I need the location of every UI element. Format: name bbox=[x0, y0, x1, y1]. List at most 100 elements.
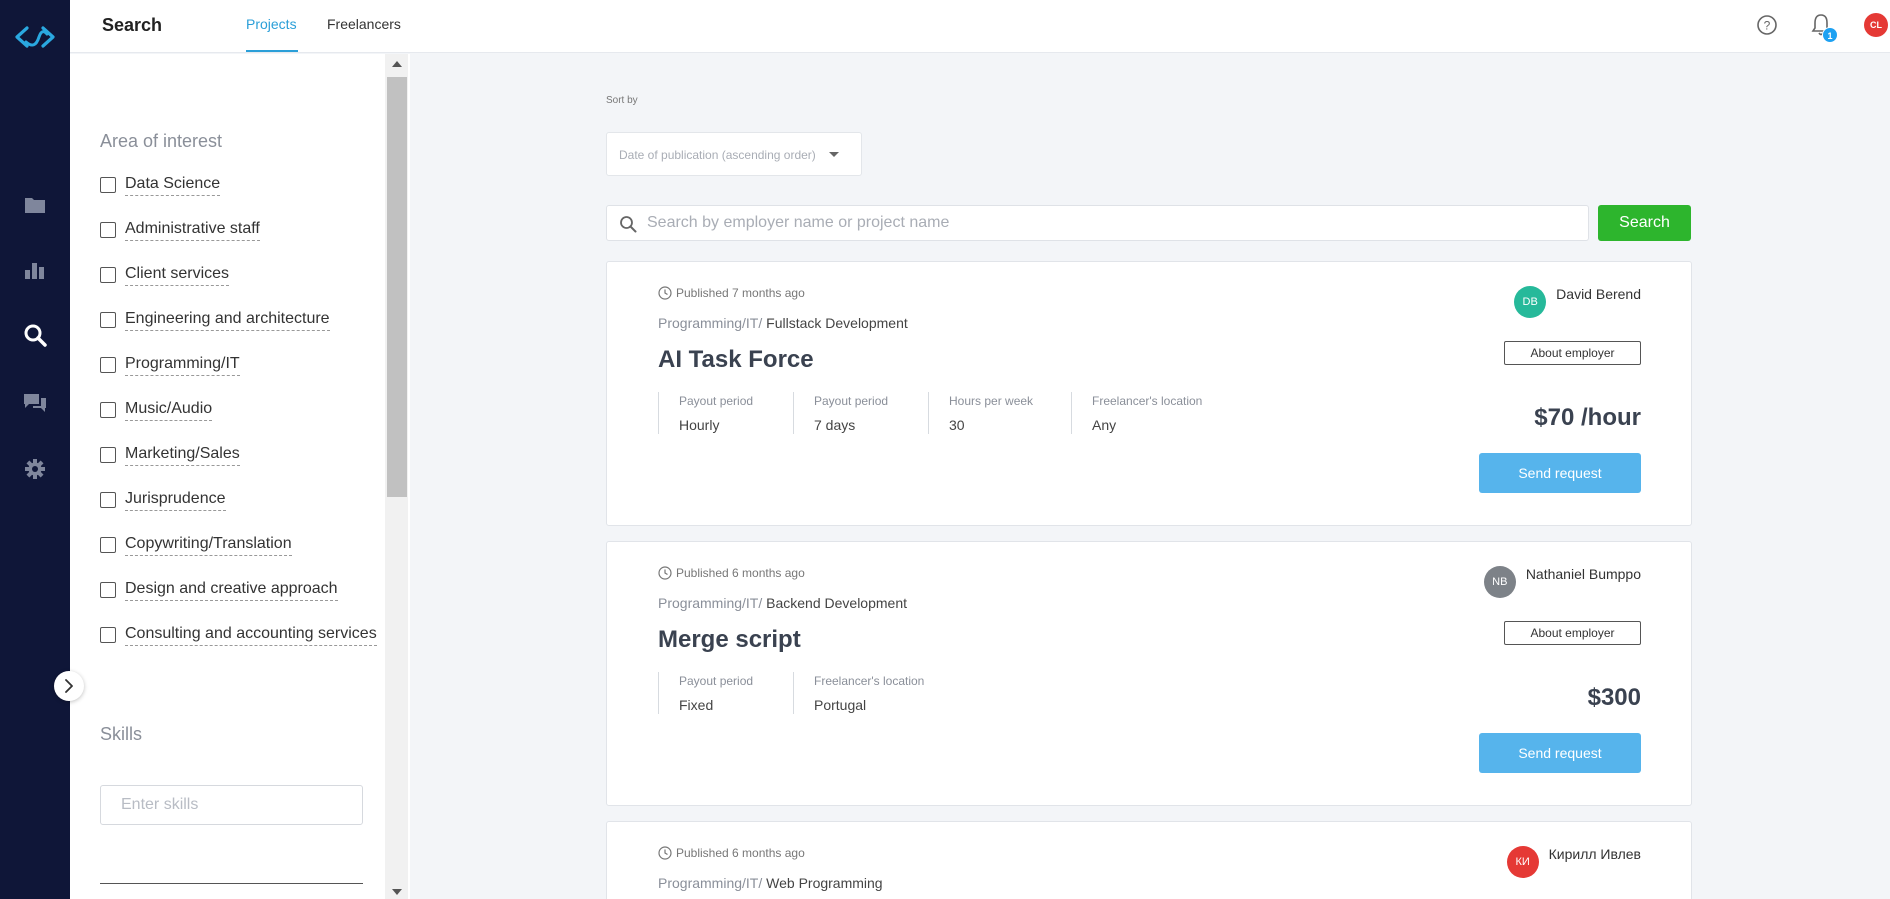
checkbox[interactable] bbox=[100, 582, 116, 598]
published-text: Published 6 months ago bbox=[676, 846, 805, 860]
expand-sidebar-button[interactable] bbox=[54, 671, 84, 701]
area-checkbox-row[interactable]: Copywriting/Translation bbox=[100, 533, 292, 557]
folder-icon[interactable] bbox=[22, 192, 48, 218]
gear-icon[interactable] bbox=[22, 456, 48, 482]
checkbox[interactable] bbox=[100, 222, 116, 238]
project-category: Programming/IT/ Backend Development bbox=[658, 595, 907, 611]
area-checkbox-row[interactable]: Client services bbox=[100, 263, 230, 287]
area-checkbox-row[interactable]: Consulting and accounting services bbox=[100, 623, 377, 647]
area-label[interactable]: Music/Audio bbox=[125, 400, 213, 421]
left-rail bbox=[0, 0, 70, 899]
area-label[interactable]: Design and creative approach bbox=[125, 580, 338, 601]
property-value: 30 bbox=[949, 417, 965, 433]
send-request-button[interactable]: Send request bbox=[1479, 453, 1641, 493]
chevron-down-icon bbox=[829, 152, 839, 157]
project-category: Programming/IT/ Web Programming bbox=[658, 875, 883, 891]
project-property: Payout period Fixed bbox=[658, 672, 793, 714]
project-property: Hours per week 30 bbox=[928, 392, 1071, 434]
search-input[interactable] bbox=[647, 206, 1577, 240]
area-checkbox-row[interactable]: Music/Audio bbox=[100, 398, 213, 422]
area-label[interactable]: Jurisprudence bbox=[125, 490, 226, 511]
checkbox[interactable] bbox=[100, 537, 116, 553]
subcategory-text: Web Programming bbox=[766, 875, 883, 891]
search-box bbox=[606, 205, 1589, 241]
checkbox[interactable] bbox=[100, 312, 116, 328]
property-label: Hours per week bbox=[949, 394, 1034, 408]
area-label[interactable]: Programming/IT bbox=[125, 355, 240, 376]
category-text: Programming/IT/ bbox=[658, 315, 763, 331]
page-title: Search bbox=[102, 15, 163, 35]
chevron-right-icon bbox=[65, 679, 73, 693]
area-checkbox-row[interactable]: Data Science bbox=[100, 173, 221, 197]
scroll-down-arrow-icon[interactable] bbox=[392, 889, 402, 895]
checkbox[interactable] bbox=[100, 357, 116, 373]
filters-scrollbar[interactable] bbox=[385, 54, 408, 899]
about-employer-button[interactable]: About employer bbox=[1504, 621, 1641, 645]
employer-avatar: DB bbox=[1514, 286, 1547, 318]
area-checkbox-row[interactable]: Administrative staff bbox=[100, 218, 260, 242]
help-circle-icon[interactable]: ? bbox=[1756, 14, 1778, 36]
chat-icon[interactable] bbox=[22, 390, 48, 416]
checkbox[interactable] bbox=[100, 492, 116, 508]
top-bar: Search Projects Freelancers ? 1 CL bbox=[70, 0, 1890, 53]
area-checkbox-row[interactable]: Programming/IT bbox=[100, 353, 240, 377]
property-value: Portugal bbox=[814, 697, 867, 713]
area-label[interactable]: Marketing/Sales bbox=[125, 445, 240, 466]
checkbox[interactable] bbox=[100, 627, 116, 643]
checkbox[interactable] bbox=[100, 177, 116, 193]
area-label[interactable]: Copywriting/Translation bbox=[125, 535, 292, 556]
area-checkbox-row[interactable]: Marketing/Sales bbox=[100, 443, 240, 467]
published-text: Published 7 months ago bbox=[676, 286, 805, 300]
published-info: Published 6 months ago bbox=[658, 846, 805, 860]
property-value: 7 days bbox=[814, 417, 856, 433]
published-info: Published 6 months ago bbox=[658, 566, 805, 580]
area-label[interactable]: Client services bbox=[125, 265, 230, 286]
employer-name: Кирилл Ивлев bbox=[1548, 846, 1641, 862]
clock-icon bbox=[658, 846, 672, 860]
employer-info[interactable]: DB David Berend bbox=[1514, 286, 1641, 318]
tab-freelancers[interactable]: Freelancers bbox=[327, 16, 401, 32]
project-card[interactable]: Published 7 months ago Programming/IT/ Fu… bbox=[606, 261, 1692, 526]
project-category: Programming/IT/ Fullstack Development bbox=[658, 315, 908, 331]
project-title[interactable]: AI Task Force bbox=[658, 346, 814, 374]
area-label[interactable]: Administrative staff bbox=[125, 220, 260, 241]
sort-select[interactable]: Date of publication (ascending order) bbox=[606, 132, 862, 176]
property-label: Freelancer's location bbox=[1092, 394, 1203, 408]
project-card[interactable]: Published 6 months ago Programming/IT/ We… bbox=[606, 821, 1692, 899]
search-button[interactable]: Search bbox=[1598, 205, 1691, 241]
checkbox[interactable] bbox=[100, 267, 116, 283]
area-checkbox-row[interactable]: Jurisprudence bbox=[100, 488, 226, 512]
scroll-up-arrow-icon[interactable] bbox=[392, 61, 402, 67]
project-title[interactable]: Merge script bbox=[658, 626, 801, 654]
checkbox[interactable] bbox=[100, 447, 116, 463]
area-checkbox-row[interactable]: Engineering and architecture bbox=[100, 308, 330, 332]
project-price: $300 bbox=[1587, 684, 1641, 711]
area-label[interactable]: Engineering and architecture bbox=[125, 310, 330, 331]
scrollbar-thumb[interactable] bbox=[387, 77, 407, 497]
about-employer-button[interactable]: About employer bbox=[1504, 341, 1641, 365]
tab-projects[interactable]: Projects bbox=[246, 16, 297, 32]
area-label[interactable]: Data Science bbox=[125, 175, 221, 196]
sort-label: Sort by bbox=[606, 95, 638, 106]
published-text: Published 6 months ago bbox=[676, 566, 805, 580]
project-property: Payout period Hourly bbox=[658, 392, 793, 434]
skills-title: Skills bbox=[100, 724, 143, 744]
bar-chart-icon[interactable] bbox=[22, 257, 48, 283]
area-label[interactable]: Consulting and accounting services bbox=[125, 625, 377, 646]
employer-info[interactable]: КИ Кирилл Ивлев bbox=[1506, 846, 1641, 878]
user-avatar[interactable]: CL bbox=[1864, 13, 1888, 37]
area-checkbox-row[interactable]: Design and creative approach bbox=[100, 578, 338, 602]
brand-logo-icon[interactable] bbox=[13, 20, 57, 54]
published-info: Published 7 months ago bbox=[658, 286, 805, 300]
employer-info[interactable]: NB Nathaniel Bumppo bbox=[1483, 566, 1641, 598]
project-card[interactable]: Published 6 months ago Programming/IT/ Ba… bbox=[606, 541, 1692, 806]
property-value: Hourly bbox=[679, 417, 720, 433]
checkbox[interactable] bbox=[100, 402, 116, 418]
area-of-interest-title: Area of interest bbox=[100, 131, 223, 151]
employer-avatar: КИ bbox=[1506, 846, 1539, 878]
project-properties: Payout period Fixed Freelancer's location P… bbox=[658, 672, 943, 714]
send-request-button[interactable]: Send request bbox=[1479, 733, 1641, 773]
search-icon[interactable] bbox=[22, 322, 48, 348]
subcategory-text: Backend Development bbox=[766, 595, 908, 611]
skills-input[interactable] bbox=[100, 785, 363, 825]
